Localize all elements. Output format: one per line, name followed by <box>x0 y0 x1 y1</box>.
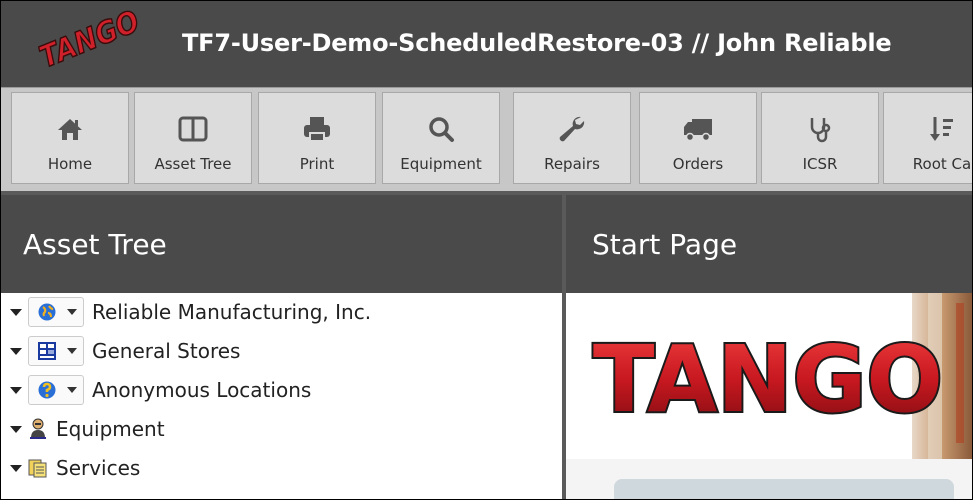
svg-text:TANGO: TANGO <box>35 5 145 71</box>
svg-text:TANGO: TANGO <box>593 326 943 433</box>
person-icon <box>30 418 46 439</box>
toolbar-icsr-button[interactable]: ICSR <box>761 92 879 184</box>
toolbar-root-cause-button[interactable]: Root Ca <box>883 92 972 184</box>
tree-node-equipment[interactable]: Equipment <box>1 410 165 448</box>
collapse-caret-icon[interactable] <box>10 386 22 394</box>
search-icon <box>429 117 454 142</box>
collapse-caret-icon[interactable] <box>10 425 22 433</box>
start-page-content-box <box>614 479 954 499</box>
start-page-panel: Start Page TANGO <box>566 195 972 499</box>
tree-node-label: Reliable Manufacturing, Inc. <box>92 300 372 324</box>
tree-node-reliable-manufacturing[interactable]: Reliable Manufacturing, Inc. <box>1 293 371 331</box>
start-page-header: Start Page <box>566 195 972 293</box>
app-title: TF7-User-Demo-ScheduledRestore-03 // Joh… <box>182 29 892 57</box>
truck-icon <box>684 119 712 142</box>
print-icon <box>304 117 330 142</box>
store-grid-icon <box>38 342 56 360</box>
home-icon <box>58 119 82 140</box>
collapse-caret-icon[interactable] <box>10 464 22 472</box>
asset-tree-header: Asset Tree <box>1 195 562 293</box>
tango-banner-logo: TANGO <box>591 324 945 433</box>
tree-node-general-stores[interactable]: General Stores <box>1 332 240 370</box>
globe-icon <box>38 303 56 321</box>
collapse-caret-icon[interactable] <box>10 347 22 355</box>
toolbar-home-button[interactable]: Home <box>11 92 129 184</box>
globe-question-icon <box>38 381 56 399</box>
collapse-caret-icon[interactable] <box>10 308 22 316</box>
main-toolbar: Home Asset Tree Print Equipment Repairs … <box>1 87 972 195</box>
documents-icon <box>28 459 47 478</box>
toolbar-orders-button[interactable]: Orders <box>639 92 757 184</box>
tree-node-label: General Stores <box>92 339 241 363</box>
tree-node-label: Services <box>56 456 141 480</box>
wrench-icon <box>559 116 585 142</box>
title-bar: TANGO TF7-User-Demo-ScheduledRestore-03 … <box>1 1 972 87</box>
node-menu-dropdown[interactable] <box>28 297 84 327</box>
columns-icon <box>178 116 208 142</box>
toolbar-repairs-button[interactable]: Repairs <box>513 92 631 184</box>
tango-logo: TANGO <box>34 5 145 71</box>
toolbar-print-button[interactable]: Print <box>258 92 376 184</box>
app-window: TANGO TF7-User-Demo-ScheduledRestore-03 … <box>0 0 973 500</box>
tree-node-anonymous-locations[interactable]: Anonymous Locations <box>1 371 311 409</box>
tree-node-label: Anonymous Locations <box>92 378 312 402</box>
toolbar-equipment-button[interactable]: Equipment <box>382 92 500 184</box>
tree-node-label: Equipment <box>56 417 165 441</box>
node-menu-dropdown[interactable] <box>28 336 84 366</box>
asset-tree-panel: Asset Tree Reliable Manufacturing, Inc. … <box>1 195 562 499</box>
start-page-banner: TANGO <box>566 293 972 459</box>
node-menu-dropdown[interactable] <box>28 375 84 405</box>
sort-icon <box>930 117 953 141</box>
toolbar-asset-tree-button[interactable]: Asset Tree <box>134 92 252 184</box>
tree-node-services[interactable]: Services <box>1 449 140 487</box>
stethoscope-icon <box>810 118 831 143</box>
